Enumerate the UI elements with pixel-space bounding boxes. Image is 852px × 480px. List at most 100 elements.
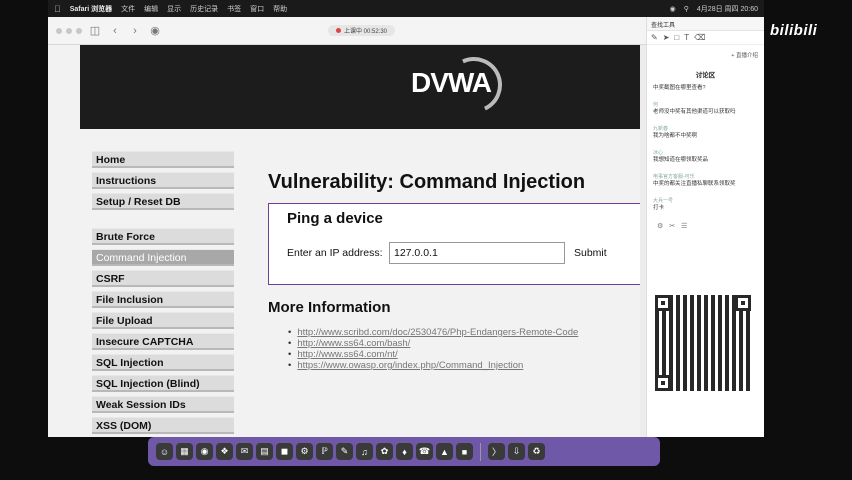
settings-icon[interactable]: ⚙ bbox=[296, 443, 313, 460]
panel-actions: ⚙ ✂ ☰ bbox=[647, 222, 764, 230]
menu-help[interactable]: 帮助 bbox=[273, 4, 287, 14]
menubar-app-name[interactable]: Safari 浏览器 bbox=[70, 4, 112, 14]
address-bar[interactable]: 上课中 00:52:30 bbox=[328, 25, 396, 36]
comment-text: 中奖的都关注直播私聊联系领取奖 bbox=[653, 181, 736, 187]
link-scribd[interactable]: http://www.scribd.com/doc/2530476/Php-En… bbox=[288, 327, 578, 338]
ip-address-input[interactable] bbox=[389, 242, 565, 264]
menubar-clock[interactable]: 4月28日 周四 20:60 bbox=[697, 4, 758, 14]
forward-icon[interactable]: › bbox=[128, 25, 142, 37]
comment-text: 打卡 bbox=[653, 205, 665, 211]
downloads-icon[interactable]: ⇩ bbox=[508, 443, 525, 460]
shield-icon[interactable]: ◉ bbox=[148, 24, 162, 37]
apple-icon[interactable]:  bbox=[54, 4, 61, 14]
scissors-icon[interactable]: ✂ bbox=[669, 222, 675, 230]
menu-item-file-upload[interactable]: File Upload bbox=[92, 312, 234, 329]
ping-form: Ping a device Enter an IP address: Submi… bbox=[268, 203, 646, 285]
dvwa-menu: Home Instructions Setup / Reset DB Brute… bbox=[92, 129, 234, 437]
menu-view[interactable]: 显示 bbox=[167, 4, 181, 14]
dvwa-header: DVWA bbox=[80, 45, 646, 129]
submit-button[interactable]: Submit bbox=[574, 247, 607, 259]
page-title: Vulnerability: Command Injection bbox=[268, 171, 586, 193]
qr-finder bbox=[655, 375, 671, 391]
screen:  Safari 浏览器 文件 编辑 显示 历史记录 书签 窗口 帮助 ◉ ⚲ … bbox=[0, 0, 852, 480]
comment-item: 九新春 我为啥都不中奖啊 bbox=[653, 126, 758, 140]
menu-item-brute-force[interactable]: Brute Force bbox=[92, 228, 234, 245]
menu-item-insecure-captcha[interactable]: Insecure CAPTCHA bbox=[92, 333, 234, 350]
dock: ☺ ▦ ◉ ❖ ✉ ▤ ◼ ⚙ ℙ ✎ ♫ ✿ ♦ ☎ ▲ ■ 〉 ⇩ ♻ bbox=[148, 437, 660, 466]
link-owasp[interactable]: https://www.owasp.org/index.php/Command_… bbox=[288, 360, 578, 371]
comment-user: 电事官方客服-可乐 bbox=[653, 174, 695, 180]
comment-item: 大兵一号 打卡 bbox=[653, 198, 758, 212]
chrome-icon[interactable]: ◉ bbox=[196, 443, 213, 460]
app-icon[interactable]: ■ bbox=[456, 443, 473, 460]
comment-item: 电事官方客服-可乐 中奖的都关注直播私聊联系领取奖 bbox=[653, 174, 758, 188]
eraser-icon[interactable]: ⌫ bbox=[694, 33, 705, 42]
menu-item-instructions[interactable]: Instructions bbox=[92, 172, 234, 189]
recording-status: 上课中 00:52:30 bbox=[344, 29, 388, 35]
annotation-toolbar: ✎ ➤ □ T ⌫ bbox=[647, 31, 764, 45]
link-ss64-bash[interactable]: http://www.ss64.com/bash/ bbox=[288, 338, 578, 349]
discussion-title: 讨论区 bbox=[695, 72, 716, 79]
menu-item-csrf[interactable]: CSRF bbox=[92, 270, 234, 287]
sidebar-icon[interactable]: ◫ bbox=[88, 24, 102, 37]
photos-icon[interactable]: ✿ bbox=[376, 443, 393, 460]
comment-user: 冰心 bbox=[653, 150, 664, 156]
close-button[interactable] bbox=[56, 27, 62, 34]
menu-item-weak-session-ids[interactable]: Weak Session IDs bbox=[92, 396, 234, 413]
menu-item-home[interactable]: Home bbox=[92, 151, 234, 168]
side-panel-header: 查找工具 bbox=[647, 17, 764, 31]
notes-icon[interactable]: ✎ bbox=[336, 443, 353, 460]
menu-item-xss-dom[interactable]: XSS (DOM) bbox=[92, 417, 234, 434]
comment-text: 老师没中奖有其他渠道可以获取吗 bbox=[653, 109, 736, 115]
comment-item: 何 老师没中奖有其他渠道可以获取吗 bbox=[653, 102, 758, 116]
trash-icon[interactable]: ♻ bbox=[528, 443, 545, 460]
bilibili-watermark: bilibili bbox=[770, 22, 818, 39]
menu-item-file-inclusion[interactable]: File Inclusion bbox=[92, 291, 234, 308]
vscode-icon[interactable]: ℙ bbox=[316, 443, 333, 460]
window-controls bbox=[56, 27, 82, 34]
menu-history[interactable]: 历史记录 bbox=[190, 4, 218, 14]
settings-icon[interactable]: ⚙ bbox=[657, 222, 663, 230]
wifi-icon[interactable]: ◉ bbox=[670, 5, 676, 13]
safari-icon[interactable]: ❖ bbox=[216, 443, 233, 460]
wechat-icon[interactable]: ☎ bbox=[416, 443, 433, 460]
finder-icon[interactable]: ☺ bbox=[156, 443, 173, 460]
list-icon[interactable]: ☰ bbox=[681, 222, 687, 230]
live-intro-link[interactable]: + 直播介绍 bbox=[647, 45, 764, 59]
pen-icon[interactable]: ✎ bbox=[651, 33, 658, 42]
ip-label: Enter an IP address: bbox=[287, 247, 383, 259]
messages-icon[interactable]: ✉ bbox=[236, 443, 253, 460]
pointer-icon[interactable]: ➤ bbox=[663, 33, 670, 42]
comment-item: 冰心 我想知道在哪领取奖品 bbox=[653, 150, 758, 164]
web-page: DVWA Home Instructions Setup / Reset DB … bbox=[48, 45, 646, 437]
store-icon[interactable]: ♦ bbox=[396, 443, 413, 460]
back-icon[interactable]: ‹ bbox=[108, 25, 122, 37]
terminal-icon[interactable]: 〉 bbox=[488, 443, 505, 460]
rectangle-icon[interactable]: □ bbox=[674, 33, 679, 42]
link-ss64-nt[interactable]: http://www.ss64.com/nt/ bbox=[288, 349, 578, 360]
menu-item-sql-injection[interactable]: SQL Injection bbox=[92, 354, 234, 371]
qr-code bbox=[655, 295, 751, 391]
menu-edit[interactable]: 编辑 bbox=[144, 4, 158, 14]
more-info-title: More Information bbox=[268, 299, 391, 316]
music-icon[interactable]: ♫ bbox=[356, 443, 373, 460]
recording-icon bbox=[336, 28, 341, 33]
menu-item-command-injection[interactable]: Command Injection bbox=[92, 249, 234, 266]
calendar-icon[interactable]: ▤ bbox=[256, 443, 273, 460]
text-icon[interactable]: T bbox=[684, 33, 689, 42]
menu-file[interactable]: 文件 bbox=[121, 4, 135, 14]
menu-bookmarks[interactable]: 书签 bbox=[227, 4, 241, 14]
app-icon[interactable]: ▲ bbox=[436, 443, 453, 460]
dvwa-body: Home Instructions Setup / Reset DB Brute… bbox=[80, 129, 646, 437]
menu-window[interactable]: 窗口 bbox=[250, 4, 264, 14]
minimize-button[interactable] bbox=[66, 27, 72, 34]
app-icon[interactable]: ◼ bbox=[276, 443, 293, 460]
menu-item-setup[interactable]: Setup / Reset DB bbox=[92, 193, 234, 210]
macos-menubar:  Safari 浏览器 文件 编辑 显示 历史记录 书签 窗口 帮助 ◉ ⚲ … bbox=[48, 0, 764, 17]
menu-item-sql-injection-blind[interactable]: SQL Injection (Blind) bbox=[92, 375, 234, 392]
comment-text: 我为啥都不中奖啊 bbox=[653, 133, 698, 139]
launchpad-icon[interactable]: ▦ bbox=[176, 443, 193, 460]
more-info-links: http://www.scribd.com/doc/2530476/Php-En… bbox=[288, 327, 578, 371]
search-icon[interactable]: ⚲ bbox=[684, 5, 689, 13]
zoom-button[interactable] bbox=[76, 27, 82, 34]
